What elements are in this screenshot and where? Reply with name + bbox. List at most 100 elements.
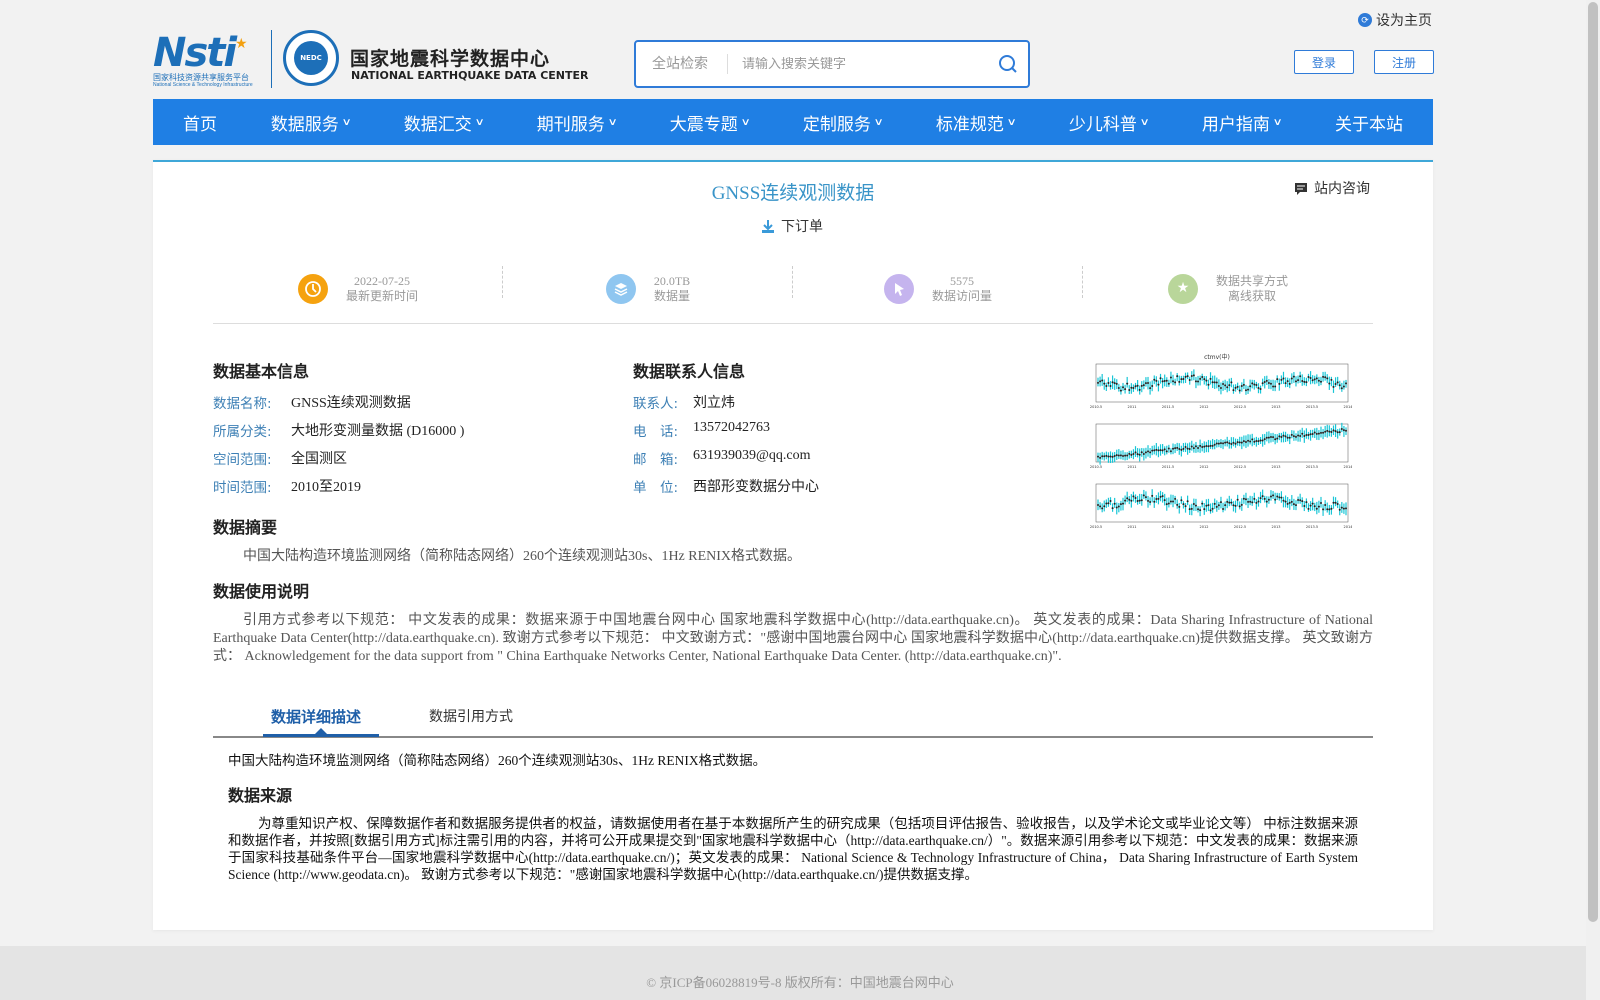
plot-point <box>1334 382 1337 385</box>
plot-tick-label: 2011 <box>1128 405 1137 409</box>
search-input[interactable] <box>728 56 988 72</box>
download-icon <box>762 220 774 233</box>
plot-point <box>1109 384 1112 387</box>
plot-tick-label: 2013 <box>1272 465 1281 469</box>
plot-point <box>1238 389 1241 392</box>
dataset-detail-card: GNSS连续观测数据 下订单 站内咨询 2022-07-25 最新更新时间 20.… <box>153 160 1433 930</box>
plot-tick-label: 2014 <box>1344 465 1352 469</box>
plot-point <box>1147 499 1150 502</box>
plot-point <box>1234 442 1237 445</box>
plot-point <box>1309 433 1312 436</box>
plot-point <box>1307 507 1310 510</box>
plot-point <box>1328 508 1331 511</box>
plot-point <box>1153 378 1156 381</box>
search-scope-select[interactable]: 全站检索 <box>636 54 728 74</box>
nav-item-major-earthquake[interactable]: 大震专题 ∨ <box>670 110 751 135</box>
plot-point <box>1303 434 1306 437</box>
chevron-down-icon: ∨ <box>1139 116 1150 128</box>
nav-item-standards[interactable]: 标准规范 ∨ <box>936 110 1017 135</box>
site-logo[interactable]: Nsti ★ 国家科技资源共享服务平台 National Science & T… <box>153 28 588 90</box>
plot-point <box>1240 441 1243 444</box>
scrollbar-thumb[interactable] <box>1588 2 1598 922</box>
plot-point <box>1163 380 1166 383</box>
abstract-text: 中国大陆构造环境监测网络（简称陆态网络）260个连续观测站30s、1Hz REN… <box>243 549 802 564</box>
plot-point <box>1130 499 1133 502</box>
plot-point <box>1232 504 1235 507</box>
register-button[interactable]: 注册 <box>1374 50 1434 74</box>
plot-point <box>1207 504 1210 507</box>
plot-point <box>1326 377 1329 380</box>
nav-item-data-submission[interactable]: 数据汇交 ∨ <box>404 110 485 135</box>
plot-tick-label: 2011.5 <box>1162 525 1174 529</box>
plot-point <box>1124 499 1127 502</box>
plot-tick-label: 2013.5 <box>1306 525 1318 529</box>
dataset-preview-image[interactable]: ctmv(中) 2010.5 2011 2011.5 2012 2012.5 2013 20… <box>1082 352 1352 532</box>
plot-point <box>1305 381 1308 384</box>
plot-point <box>1142 453 1145 456</box>
plot-point <box>1328 382 1331 385</box>
plot-point <box>1251 382 1254 385</box>
tab-citation[interactable]: 数据引用方式 <box>429 706 513 726</box>
plot-point <box>1345 507 1347 510</box>
contact-row-unit: 单 位: 西部形变数据分中心 <box>633 480 819 496</box>
plot-point <box>1282 434 1285 437</box>
search-icon[interactable] <box>988 42 1028 86</box>
plot-point <box>1103 382 1106 385</box>
plot-point <box>1197 508 1200 511</box>
stat-update-time: 2022-07-25 最新更新时间 <box>213 262 503 323</box>
nav-item-user-guide[interactable]: 用户指南 ∨ <box>1202 110 1283 135</box>
data-source-heading: 数据来源 <box>228 786 293 805</box>
plot-point <box>1169 500 1172 503</box>
chevron-down-icon: ∨ <box>607 116 618 128</box>
plot-point <box>1217 442 1220 445</box>
plot-point <box>1165 503 1168 506</box>
plot-point <box>1134 385 1137 388</box>
nav-item-journal-service[interactable]: 期刊服务 ∨ <box>537 110 618 135</box>
plot-point <box>1324 376 1327 379</box>
plot-point <box>1326 429 1329 432</box>
nav-item-data-service[interactable]: 数据服务 ∨ <box>271 110 352 135</box>
plot-point <box>1288 501 1291 504</box>
plot-point <box>1253 440 1256 443</box>
plot-point <box>1205 379 1208 382</box>
plot-point <box>1182 447 1185 450</box>
plot-point <box>1188 508 1191 511</box>
info-row-spatial: 空间范围: 全国测区 <box>213 452 347 468</box>
plot-point <box>1128 389 1131 392</box>
tab-detail-description[interactable]: 数据详细描述 <box>271 706 361 727</box>
plot-point <box>1188 379 1191 382</box>
plot-point <box>1242 383 1245 386</box>
nav-item-custom-service[interactable]: 定制服务 ∨ <box>803 110 884 135</box>
nav-item-kids-science[interactable]: 少儿科普 ∨ <box>1069 110 1150 135</box>
place-order-button[interactable]: 下订单 <box>760 216 823 236</box>
plot-point <box>1132 387 1135 390</box>
plot-point <box>1099 456 1102 459</box>
center-name-cn: 国家地震科学数据中心 <box>350 48 551 70</box>
plot-point <box>1207 445 1210 448</box>
plot-point <box>1228 501 1231 504</box>
login-button[interactable]: 登录 <box>1294 50 1354 74</box>
plot-point <box>1294 380 1297 383</box>
nav-item-home[interactable]: 首页 <box>183 110 217 135</box>
plot-point <box>1182 503 1185 506</box>
plot-point <box>1180 448 1183 451</box>
plot-point <box>1249 500 1252 503</box>
plot-point <box>1140 384 1143 387</box>
plot-point <box>1244 498 1247 501</box>
plot-point <box>1303 380 1306 383</box>
plot-point <box>1161 380 1164 383</box>
plot-point <box>1203 508 1206 511</box>
site-consult-button[interactable]: 站内咨询 <box>1294 178 1370 198</box>
plot-point <box>1155 497 1158 500</box>
plot-point <box>1109 500 1112 503</box>
plot-point <box>1194 445 1197 448</box>
plot-point <box>1205 444 1208 447</box>
nav-item-about[interactable]: 关于本站 <box>1335 110 1403 135</box>
page-scrollbar[interactable] <box>1586 0 1600 1000</box>
set-homepage-link[interactable]: ⟳ 设为主页 <box>1358 10 1432 30</box>
plot-point <box>1307 376 1310 379</box>
chat-icon <box>1295 183 1307 195</box>
plot-point <box>1280 496 1283 499</box>
plot-point <box>1219 386 1222 389</box>
plot-point <box>1174 497 1177 500</box>
